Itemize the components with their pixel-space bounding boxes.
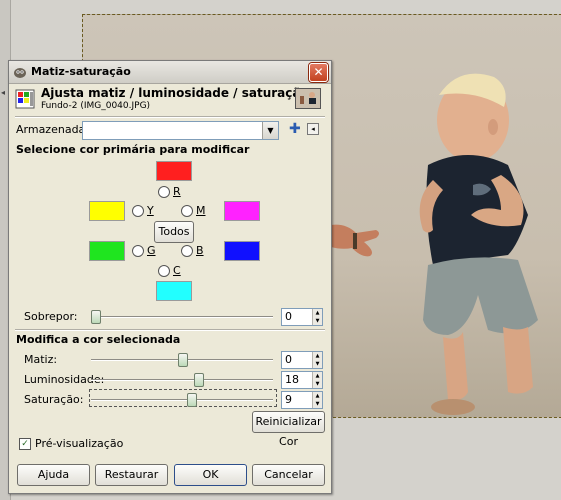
- section-modify-title: Modifica a cor selecionada: [16, 333, 181, 346]
- overlap-label: Sobrepor:: [24, 310, 78, 323]
- label-red: R: [173, 185, 181, 198]
- all-colors-button[interactable]: Todos: [154, 221, 194, 243]
- dialog-titlebar[interactable]: Matiz-saturação ✕: [9, 61, 331, 84]
- header-separator: [15, 116, 325, 118]
- swatch-red: [156, 161, 192, 181]
- swatch-magenta: [224, 201, 260, 221]
- preview-checkbox[interactable]: ✓: [19, 438, 31, 450]
- hue-slider-handle[interactable]: [178, 353, 188, 367]
- image-thumbnail: [295, 88, 321, 109]
- gimp-icon: [13, 65, 27, 79]
- label-magenta: M: [196, 204, 206, 217]
- radio-blue[interactable]: [181, 245, 193, 257]
- saturation-slider-track[interactable]: [91, 399, 273, 401]
- lightness-value: 18: [285, 373, 299, 386]
- radio-red[interactable]: [158, 186, 170, 198]
- header-title: Ajusta matiz / luminosidade / saturação: [41, 86, 309, 100]
- lightness-slider-handle[interactable]: [194, 373, 204, 387]
- close-button[interactable]: ✕: [309, 63, 328, 82]
- lightness-slider-track[interactable]: [91, 379, 273, 381]
- spin-arrows-icon[interactable]: ▲ ▼: [312, 352, 322, 368]
- overlap-value: 0: [285, 310, 292, 323]
- hue-saturation-dialog: Matiz-saturação ✕ Ajusta matiz / luminos…: [8, 60, 332, 494]
- check-icon: ✓: [21, 439, 29, 449]
- reset-color-button[interactable]: Reinicializar Cor: [252, 411, 325, 448]
- cancel-button[interactable]: Cancelar: [252, 464, 325, 486]
- label-blue: B: [196, 244, 204, 257]
- radio-magenta[interactable]: [181, 205, 193, 217]
- swatch-cyan: [156, 281, 192, 301]
- swatch-green: [89, 241, 125, 261]
- saturation-value: 9: [285, 393, 292, 406]
- help-button[interactable]: Ajuda: [17, 464, 90, 486]
- close-icon: ✕: [313, 65, 324, 79]
- header-subtitle: Fundo-2 (IMG_0040.JPG): [41, 101, 151, 111]
- radio-green[interactable]: [132, 245, 144, 257]
- saturation-focus-frame: [89, 389, 277, 407]
- radio-cyan[interactable]: [158, 265, 170, 277]
- spin-arrows-icon[interactable]: ▲ ▼: [312, 309, 322, 325]
- lightness-spinbox[interactable]: 18 ▲ ▼: [281, 371, 323, 389]
- swatch-yellow: [89, 201, 125, 221]
- preview-label: Pré-visualização: [35, 437, 124, 450]
- label-green: G: [147, 244, 156, 257]
- spin-arrows-icon[interactable]: ▲ ▼: [312, 372, 322, 388]
- section-separator: [15, 329, 325, 331]
- presets-combo[interactable]: ▼: [82, 121, 279, 140]
- label-yellow: Y: [147, 204, 154, 217]
- chevron-down-icon[interactable]: ▼: [262, 122, 278, 139]
- saturation-spinbox[interactable]: 9 ▲ ▼: [281, 391, 323, 409]
- saturation-label: Saturação:: [24, 393, 84, 406]
- dialog-title: Matiz-saturação: [31, 65, 131, 78]
- reset-button[interactable]: Restaurar: [95, 464, 168, 486]
- hue-label: Matiz:: [24, 353, 58, 366]
- overlap-slider-track[interactable]: [91, 316, 273, 318]
- section-primary-title: Selecione cor primária para modificar: [16, 143, 250, 156]
- preset-menu-icon[interactable]: ◂: [307, 123, 319, 135]
- ok-button[interactable]: OK: [174, 464, 247, 486]
- saturation-slider-handle[interactable]: [187, 393, 197, 407]
- hue-value: 0: [285, 353, 292, 366]
- hue-saturation-icon: [15, 89, 35, 109]
- swatch-blue: [224, 241, 260, 261]
- label-cyan: C: [173, 264, 181, 277]
- overlap-spinbox[interactable]: 0 ▲ ▼: [281, 308, 323, 326]
- add-preset-icon[interactable]: ✚: [289, 122, 301, 136]
- hue-spinbox[interactable]: 0 ▲ ▼: [281, 351, 323, 369]
- spin-arrows-icon[interactable]: ▲ ▼: [312, 392, 322, 408]
- overlap-slider-handle[interactable]: [91, 310, 101, 324]
- radio-yellow[interactable]: [132, 205, 144, 217]
